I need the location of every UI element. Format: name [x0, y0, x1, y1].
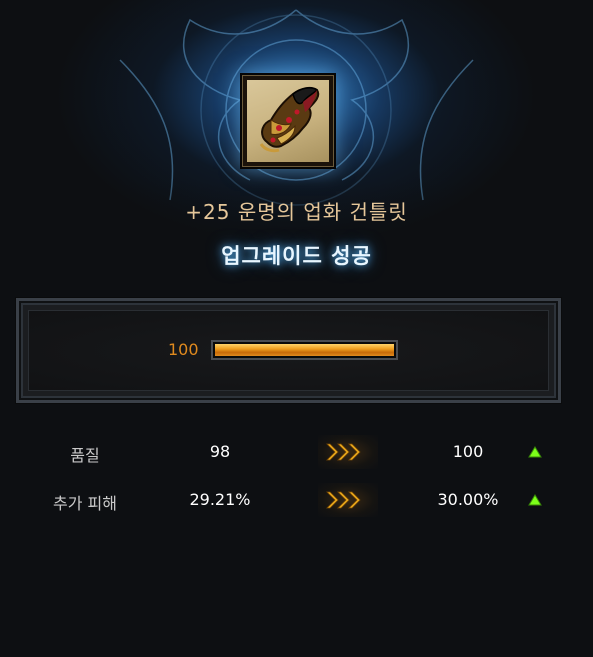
stat-row-additional-damage: 추가 피해 29.21% 30.00% — [0, 483, 593, 517]
item-slot[interactable] — [240, 73, 336, 169]
gauntlet-icon — [259, 86, 320, 153]
upgrade-arrows-icon — [318, 483, 378, 517]
stat-row-quality: 품질 98 100 — [0, 435, 593, 469]
upgrade-arrows-icon — [318, 435, 378, 469]
item-name: +25 운명의 업화 건틀릿 — [185, 200, 408, 224]
arrow-up-icon — [528, 446, 542, 458]
stat-after-value: 30.00% — [437, 490, 499, 509]
stat-before-value: 98 — [209, 442, 231, 461]
stat-after-value: 100 — [452, 442, 484, 461]
progress-bar — [211, 340, 398, 360]
item-slot-inner — [247, 80, 329, 162]
progress-value: 100 — [168, 340, 199, 359]
upgrade-result-label: 업그레이드 성공 — [221, 244, 372, 268]
stat-name: 추가 피해 — [53, 494, 117, 513]
progress-bar-fill — [215, 344, 394, 356]
stat-name: 품질 — [70, 446, 100, 465]
stat-before-value: 29.21% — [189, 490, 251, 509]
arrow-up-icon — [528, 494, 542, 506]
